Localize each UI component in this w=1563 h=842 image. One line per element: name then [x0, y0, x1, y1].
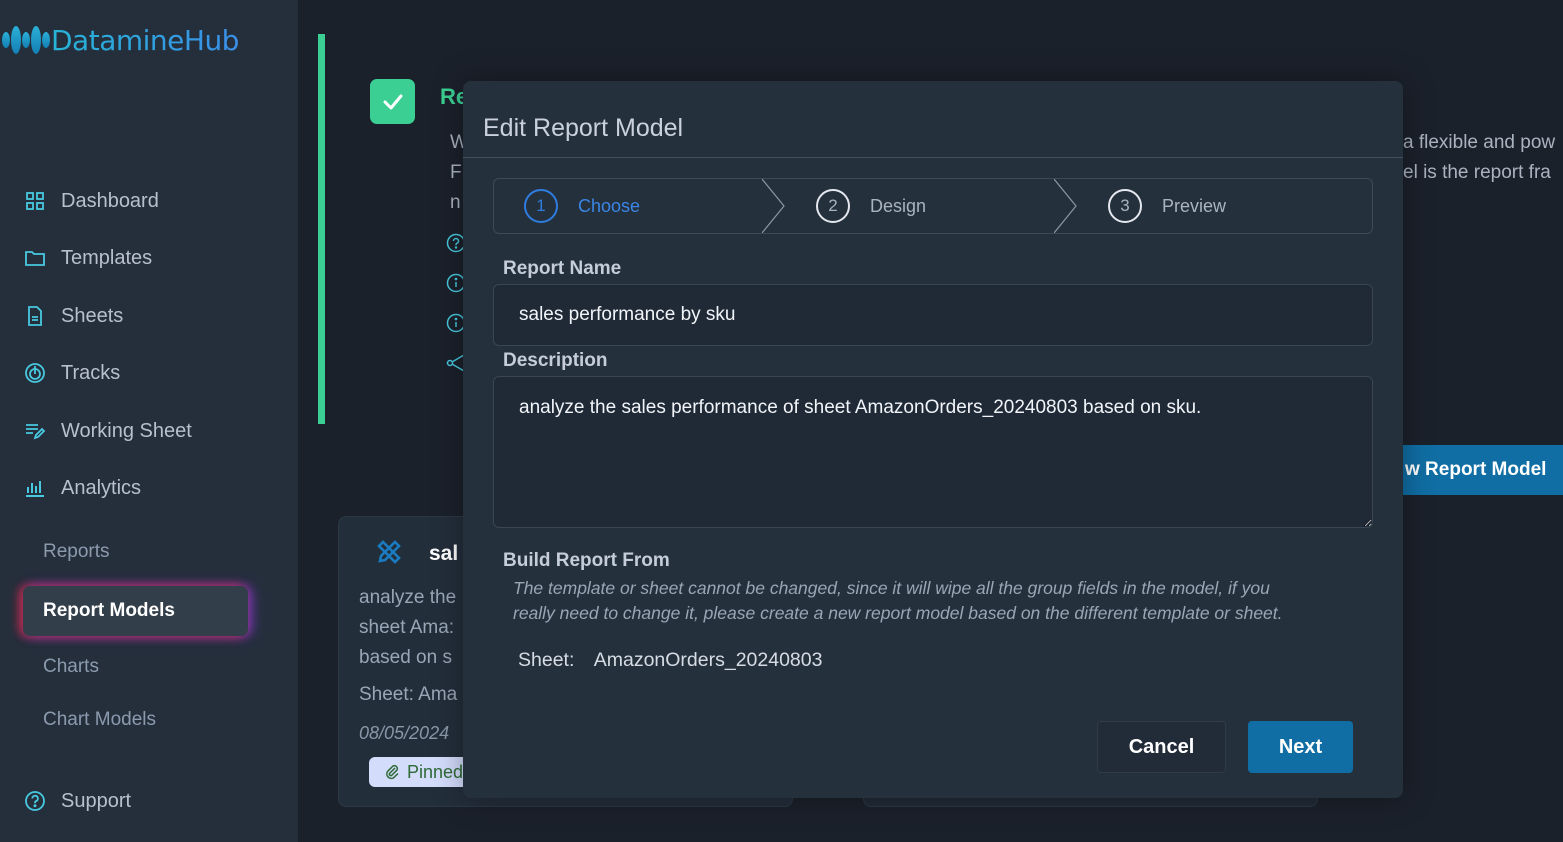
chevron-right-icon	[1054, 179, 1077, 233]
sidebar-item-templates[interactable]: Templates	[24, 243, 152, 273]
edit-report-model-dialog: Edit Report Model 1 Choose 2 Design 3 Pr…	[463, 81, 1403, 798]
step-design[interactable]: 2 Design	[816, 179, 926, 233]
sheet-value: AmazonOrders_20240803	[593, 649, 823, 671]
banner-text-line: n	[450, 192, 461, 213]
pinned-label: Pinned	[407, 761, 464, 782]
sidebar-subitem-charts[interactable]: Charts	[43, 656, 99, 678]
step-label: Preview	[1162, 195, 1227, 216]
new-report-model-button[interactable]: w Report Model	[1395, 445, 1563, 495]
banner-text-right: el is the report fra	[1403, 162, 1551, 183]
description-label: Description	[503, 350, 608, 371]
sidebar-item-label: Analytics	[61, 476, 142, 499]
report-name-label: Report Name	[503, 258, 622, 279]
sidebar-subitem-chart-models[interactable]: Chart Models	[43, 709, 156, 731]
help-circle-icon	[24, 790, 46, 812]
step-label: Choose	[578, 195, 641, 216]
next-button[interactable]: Next	[1248, 721, 1353, 773]
banner-accent-bar	[318, 34, 325, 424]
step-preview[interactable]: 3 Preview	[1108, 179, 1226, 233]
hint-line: really need to change it, please create …	[513, 603, 1283, 623]
card-sheet: Sheet: Ama	[359, 684, 458, 705]
description-textarea[interactable]: analyze the sales performance of sheet A…	[493, 376, 1373, 528]
folder-icon	[24, 247, 46, 269]
paperclip-icon	[386, 764, 399, 780]
sidebar-subitem-report-models[interactable]: Report Models	[23, 586, 248, 636]
sidebar-item-analytics[interactable]: Analytics	[24, 473, 141, 503]
dialog-title: Edit Report Model	[483, 114, 684, 142]
logo-waveform-icon	[2, 26, 50, 54]
card-title: sal	[429, 542, 459, 565]
step-number: 2	[816, 189, 850, 223]
sheet-key: Sheet:	[518, 649, 575, 671]
build-from-hint: The template or sheet cannot be changed,…	[513, 576, 1363, 626]
step-label: Design	[870, 195, 927, 216]
step-number: 1	[524, 189, 558, 223]
app-name: DatamineHub	[51, 23, 239, 57]
step-choose[interactable]: 1 Choose	[524, 179, 640, 233]
sidebar-item-label: Working Sheet	[61, 419, 192, 442]
target-icon	[24, 362, 46, 384]
sidebar-item-label: Support	[61, 789, 132, 812]
stepper: 1 Choose 2 Design 3 Preview	[493, 178, 1373, 234]
build-report-from-label: Build Report From	[503, 550, 670, 571]
sidebar-item-working-sheet[interactable]: Working Sheet	[24, 416, 192, 446]
cancel-button[interactable]: Cancel	[1097, 721, 1226, 773]
document-icon	[24, 305, 46, 327]
chevron-right-icon	[762, 179, 785, 233]
sidebar-item-support[interactable]: Support	[24, 786, 131, 816]
sidebar-item-label: Sheets	[61, 304, 124, 327]
ruler-pencil-icon	[377, 540, 401, 564]
sidebar-subitem-reports[interactable]: Reports	[43, 541, 110, 563]
sidebar-item-dashboard[interactable]: Dashboard	[24, 186, 159, 216]
edit-list-icon	[24, 420, 46, 442]
sidebar-item-tracks[interactable]: Tracks	[24, 358, 120, 388]
grid-icon	[24, 190, 46, 212]
selected-sheet: Sheet: AmazonOrders_20240803	[518, 649, 822, 672]
report-name-input[interactable]	[493, 284, 1373, 346]
sidebar-item-label: Templates	[61, 246, 153, 269]
sidebar-item-sheets[interactable]: Sheets	[24, 301, 123, 331]
card-date: 08/05/2024	[359, 723, 450, 743]
banner-text-right: a flexible and pow	[1403, 132, 1556, 153]
bar-chart-icon	[24, 477, 46, 499]
sidebar-item-label: Tracks	[61, 361, 121, 384]
dialog-divider	[463, 157, 1403, 158]
app-logo[interactable]: DatamineHub	[2, 22, 239, 58]
hint-line: The template or sheet cannot be changed,…	[513, 578, 1270, 598]
step-number: 3	[1108, 189, 1142, 223]
check-icon	[370, 79, 415, 124]
sidebar: DatamineHub Dashboard Templates Sheets T…	[0, 0, 298, 842]
banner-text-line: F	[450, 162, 462, 183]
sidebar-item-label: Dashboard	[61, 189, 159, 212]
